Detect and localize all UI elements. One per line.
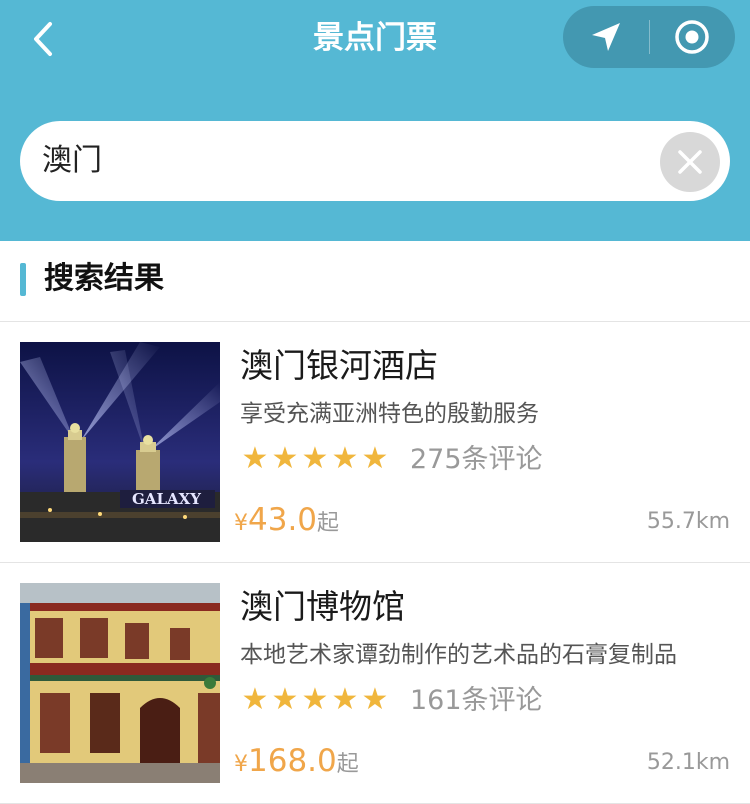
star-icon: ★ — [241, 682, 269, 717]
header-bar: 景点门票 — [0, 0, 750, 241]
star-icon: ★ — [301, 441, 329, 476]
result-item[interactable]: GALAXY 澳门银河酒店 享受充满亚洲特色的殷勤服务 ★ ★ ★ ★ ★ 27… — [0, 322, 750, 563]
rating-stars: ★ ★ ★ ★ ★ — [240, 680, 390, 720]
clear-x-icon — [678, 150, 702, 174]
clear-search-button[interactable] — [660, 132, 720, 192]
section-header: 搜索结果 — [0, 241, 750, 321]
location-button[interactable] — [563, 6, 649, 68]
price-value: 168.0 — [248, 743, 337, 779]
capsule-menu — [563, 6, 735, 68]
star-icon: ★ — [271, 682, 299, 717]
price: ¥168.0起 — [234, 739, 359, 788]
review-count: 275条评论 — [410, 444, 543, 475]
star-icon: ★ — [361, 441, 389, 476]
section-accent-bar — [20, 263, 26, 296]
result-name: 澳门博物馆 — [240, 587, 405, 626]
target-circle-icon — [675, 20, 709, 54]
result-name: 澳门银河酒店 — [240, 346, 438, 385]
svg-text:GALAXY: GALAXY — [132, 490, 201, 508]
price-suffix: 起 — [336, 752, 359, 777]
distance: 55.7km — [646, 509, 730, 534]
star-icon: ★ — [331, 682, 359, 717]
star-icon: ★ — [361, 682, 389, 717]
price: ¥43.0起 — [234, 498, 339, 547]
star-icon: ★ — [271, 441, 299, 476]
navigation-arrow-icon — [592, 23, 620, 51]
search-input[interactable] — [42, 121, 652, 201]
result-description: 享受充满亚洲特色的殷勤服务 — [240, 401, 539, 427]
result-item[interactable]: 澳门博物馆 本地艺术家谭劲制作的艺术品的石膏复制品 ★ ★ ★ ★ ★ 161条… — [0, 563, 750, 804]
price-suffix: 起 — [317, 511, 340, 536]
result-thumbnail: GALAXY — [20, 342, 220, 542]
distance: 52.1km — [646, 750, 730, 775]
section-title: 搜索结果 — [44, 261, 164, 296]
star-icon: ★ — [331, 441, 359, 476]
rating-stars: ★ ★ ★ ★ ★ — [240, 439, 390, 479]
review-count: 161条评论 — [410, 685, 543, 716]
currency-symbol: ¥ — [234, 752, 248, 777]
star-icon: ★ — [241, 441, 269, 476]
search-box — [20, 121, 730, 201]
currency-symbol: ¥ — [234, 511, 248, 536]
result-thumbnail — [20, 583, 220, 783]
price-value: 43.0 — [248, 502, 318, 538]
result-description: 本地艺术家谭劲制作的艺术品的石膏复制品 — [240, 642, 677, 668]
star-icon: ★ — [301, 682, 329, 717]
target-button[interactable] — [649, 6, 735, 68]
